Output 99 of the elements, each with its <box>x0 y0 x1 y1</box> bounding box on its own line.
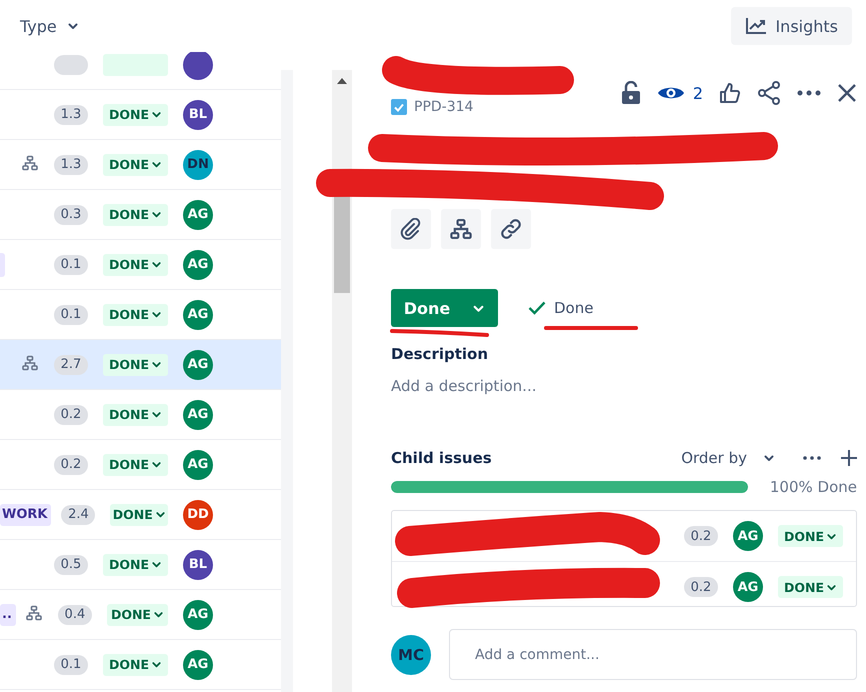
chevron-down-icon <box>151 309 162 320</box>
chevron-down-icon <box>151 109 162 120</box>
chevron-down-icon <box>151 359 162 370</box>
label-tag: WORK <box>0 504 52 526</box>
chevron-down-icon <box>151 659 162 670</box>
chevron-down-icon <box>151 259 162 270</box>
resolution-text: Done <box>554 299 594 317</box>
progress-label: 100% Done <box>770 478 857 496</box>
order-by-dropdown[interactable]: Order by <box>681 449 775 467</box>
status-dropdown[interactable]: DONE <box>778 525 843 547</box>
label-tag: .. <box>0 604 16 626</box>
chevron-down-icon <box>151 159 162 170</box>
status-dropdown[interactable]: DONE <box>103 304 168 326</box>
hierarchy-icon <box>26 604 42 620</box>
estimate-pill: 0.1 <box>54 304 88 324</box>
selected-row[interactable]: 2.7 DONE AG <box>0 340 281 390</box>
avatar: BL <box>183 100 213 130</box>
avatar: BL <box>183 550 213 580</box>
comment-field[interactable]: Add a comment... <box>449 629 857 680</box>
estimate-pill: 1.3 <box>54 104 88 124</box>
avatar: AG <box>733 521 763 551</box>
issue-key[interactable]: PPD-314 <box>414 99 474 115</box>
watch-button[interactable]: 2 <box>648 84 711 102</box>
link-button[interactable] <box>491 209 531 249</box>
status-dropdown[interactable]: DONE <box>103 154 168 176</box>
avatar: DD <box>183 500 213 530</box>
estimate-pill: 0.2 <box>54 404 88 424</box>
child-issue-button[interactable] <box>441 209 481 249</box>
child-issues-heading: Child issues <box>391 449 493 467</box>
status-button[interactable]: Done <box>391 289 498 327</box>
avatar: AG <box>183 400 213 430</box>
avatar: AG <box>183 650 213 680</box>
hierarchy-icon <box>22 154 38 170</box>
status-dropdown[interactable]: DONE <box>103 354 168 376</box>
status-dropdown[interactable]: DONE <box>103 554 168 576</box>
issue-row[interactable]: 1.3 DONE BL <box>0 90 281 140</box>
issue-row[interactable]: 0.2 DONE AG <box>0 440 281 490</box>
status-lozenge <box>103 54 168 76</box>
more-icon[interactable] <box>803 456 821 460</box>
add-icon[interactable] <box>841 450 857 466</box>
status-dropdown[interactable]: DONE <box>103 404 168 426</box>
estimate-pill: 2.4 <box>61 504 96 524</box>
checkbox-icon <box>391 99 407 115</box>
status-dropdown[interactable]: DONE <box>103 204 168 226</box>
estimate-pill: 0.5 <box>54 554 88 574</box>
estimate-pill: 1.3 <box>54 154 88 174</box>
issue-row[interactable]: 0.5 DONE BL <box>0 540 281 590</box>
insights-button[interactable]: Insights <box>731 7 852 45</box>
estimate-pill <box>54 54 88 74</box>
estimate-pill: 0.4 <box>58 604 92 624</box>
estimate-pill: 0.2 <box>684 526 718 546</box>
avatar: AG <box>183 250 213 280</box>
status-dropdown[interactable]: DONE <box>103 254 168 276</box>
issue-row[interactable]: 0.1 DONE AG <box>0 240 281 290</box>
description-heading: Description <box>391 345 488 363</box>
estimate-pill: 0.1 <box>54 654 88 674</box>
hierarchy-icon <box>450 218 472 240</box>
status-dropdown[interactable]: DONE <box>103 454 168 476</box>
estimate-pill: 0.3 <box>54 204 88 224</box>
avatar: MC <box>391 634 431 674</box>
avatar: AG <box>183 600 213 630</box>
status-dropdown[interactable]: DONE <box>106 604 168 626</box>
chevron-down-icon <box>151 559 162 570</box>
avatar: AG <box>183 300 213 330</box>
chevron-down-icon <box>151 209 162 220</box>
attach-button[interactable] <box>391 209 431 249</box>
issue-row[interactable]: 1.3 DONE DN <box>0 140 281 190</box>
chevron-down-icon <box>151 459 162 470</box>
issue-row[interactable]: 0.2 DONE AG <box>0 390 281 440</box>
avatar: AG <box>733 572 763 602</box>
issue-row[interactable]: 0.1 DONE AG <box>0 640 281 690</box>
hierarchy-icon <box>22 354 38 370</box>
type-filter[interactable]: Type <box>20 16 79 36</box>
status-dropdown[interactable]: DONE <box>103 654 168 676</box>
chevron-down-icon <box>151 409 162 420</box>
status-dropdown[interactable]: DONE <box>110 504 168 526</box>
issue-row[interactable]: 0.3 DONE AG <box>0 190 281 240</box>
estimate-pill: 0.2 <box>54 454 88 474</box>
issue-row[interactable]: .. 0.4 DONE AG <box>0 590 281 640</box>
paperclip-icon <box>400 218 422 240</box>
estimate-pill: 2.7 <box>54 354 88 374</box>
chevron-down-icon <box>152 609 164 620</box>
status-dropdown[interactable]: DONE <box>103 104 168 126</box>
link-icon <box>500 218 522 240</box>
avatar: AG <box>183 450 213 480</box>
scrollbar-thumb[interactable] <box>334 196 350 293</box>
estimate-pill: 0.2 <box>684 577 718 597</box>
chevron-down-icon <box>154 509 166 520</box>
trend-chart-icon <box>745 17 768 35</box>
avatar: AG <box>183 350 213 380</box>
avatar: AG <box>183 200 213 230</box>
scroll-up-icon[interactable] <box>337 78 347 84</box>
scrollbar[interactable] <box>332 70 352 692</box>
status-dropdown[interactable]: DONE <box>778 576 843 598</box>
issue-row[interactable]: WORK 2.4 DONE DD <box>0 490 281 540</box>
avatar: DN <box>183 150 213 180</box>
description-field[interactable]: Add a description... <box>391 377 536 395</box>
estimate-pill: 0.1 <box>54 254 88 274</box>
check-icon <box>528 301 546 315</box>
